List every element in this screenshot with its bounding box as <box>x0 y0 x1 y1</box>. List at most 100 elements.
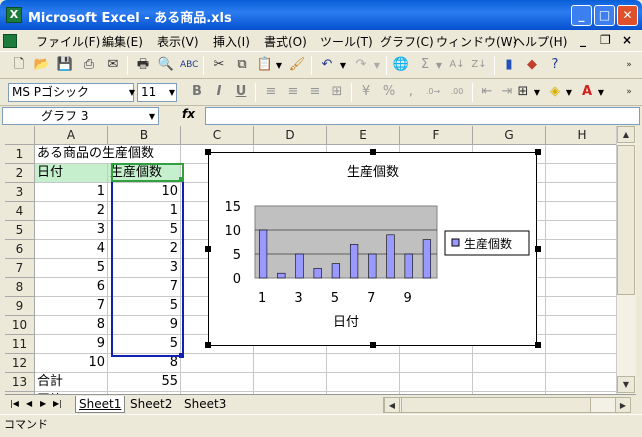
chart-resize-handle[interactable] <box>370 342 376 348</box>
menu-format[interactable]: 書式(O) <box>264 33 307 50</box>
print-icon[interactable]: 🖶 <box>134 56 152 74</box>
undo-icon[interactable]: ↶ <box>318 56 336 74</box>
vertical-scrollbar[interactable]: ▲ ▼ <box>616 126 636 394</box>
comma-style-icon[interactable]: , <box>402 83 420 101</box>
bar-4[interactable] <box>313 268 322 279</box>
scroll-thumb[interactable] <box>617 145 635 295</box>
tab-sheet2[interactable]: Sheet2 <box>127 396 175 413</box>
name-box-dropdown-icon[interactable]: ▼ <box>145 107 159 125</box>
cell-f13[interactable] <box>400 373 473 392</box>
cell-h11[interactable] <box>546 335 616 354</box>
cell-a5[interactable]: 3 <box>35 221 108 240</box>
row-header[interactable]: 13 <box>5 373 35 392</box>
cell-h9[interactable] <box>546 297 616 316</box>
row-header[interactable]: 5 <box>5 221 35 240</box>
row-header[interactable]: 11 <box>5 335 35 354</box>
cell-h4[interactable] <box>546 202 616 221</box>
cell-b13[interactable]: 55 <box>108 373 181 392</box>
sort-descending-icon[interactable]: Z↓ <box>470 56 488 74</box>
row-header[interactable]: 7 <box>5 259 35 278</box>
toolbar-options-icon[interactable]: » <box>620 83 638 101</box>
format-painter-icon[interactable]: 🖌 <box>288 56 306 74</box>
fill-color-dropdown-icon[interactable]: ▼ <box>562 83 576 102</box>
bar-3[interactable] <box>295 253 304 279</box>
align-left-icon[interactable]: ≡ <box>262 83 280 101</box>
bar-6[interactable] <box>349 244 359 279</box>
menu-tools[interactable]: ツール(T) <box>320 33 373 50</box>
sort-ascending-icon[interactable]: A↓ <box>448 56 466 74</box>
decrease-indent-icon[interactable]: ⇤ <box>478 83 496 101</box>
cell-a3[interactable]: 1 <box>35 183 108 202</box>
increase-decimal-icon[interactable]: .0→ <box>424 83 442 101</box>
bar-8[interactable] <box>386 234 395 279</box>
hyperlink-icon[interactable]: 🌐 <box>392 56 410 74</box>
copy-icon[interactable]: ⧉ <box>233 56 251 74</box>
scroll-left-icon[interactable]: ◀ <box>384 397 400 413</box>
chart-resize-handle[interactable] <box>205 246 211 252</box>
cell-h5[interactable] <box>546 221 616 240</box>
scroll-right-icon[interactable]: ▶ <box>615 397 631 413</box>
cell-d13[interactable] <box>254 373 327 392</box>
column-header-g[interactable]: G <box>473 126 546 145</box>
row-header[interactable]: 1 <box>5 145 35 164</box>
maximize-button[interactable]: □ <box>594 5 615 26</box>
next-sheet-icon[interactable]: ▶ <box>37 396 49 413</box>
row-header[interactable]: 10 <box>5 316 35 335</box>
chart-resize-handle[interactable] <box>205 342 211 348</box>
font-combobox[interactable]: MS Pゴシック <box>8 83 134 102</box>
column-header-f[interactable]: F <box>400 126 473 145</box>
excel-app-icon[interactable]: X <box>6 7 22 23</box>
italic-icon[interactable]: I <box>210 83 228 101</box>
name-box[interactable]: グラフ 3 <box>2 107 159 125</box>
cell-a2[interactable]: 日付 <box>35 164 108 183</box>
align-right-icon[interactable]: ≡ <box>306 83 324 101</box>
underline-icon[interactable]: U <box>232 83 250 101</box>
row-header[interactable]: 8 <box>5 278 35 297</box>
tab-sheet3[interactable]: Sheet3 <box>181 396 229 413</box>
menu-view[interactable]: 表示(V) <box>157 33 199 50</box>
open-icon[interactable]: 📂 <box>33 56 51 74</box>
row-header[interactable]: 3 <box>5 183 35 202</box>
font-size-dropdown-icon[interactable]: ▼ <box>165 83 179 102</box>
cell-g13[interactable] <box>473 373 546 392</box>
embedded-chart[interactable]: 生産個数 0 5 10 15 1 3 5 7 9 日付 生産個数 <box>205 149 541 348</box>
currency-icon[interactable]: ¥ <box>357 83 375 101</box>
doc-close-button[interactable]: × <box>622 33 632 47</box>
cell-h3[interactable] <box>546 183 616 202</box>
spelling-icon[interactable]: ABC <box>180 56 198 74</box>
tab-sheet1[interactable]: Sheet1 <box>75 396 126 413</box>
doc-restore-button[interactable]: ❐ <box>600 33 611 47</box>
menu-help[interactable]: ヘルプ(H) <box>513 33 567 50</box>
cell-f12[interactable] <box>400 354 473 373</box>
bar-5[interactable] <box>331 263 341 279</box>
permission-icon[interactable]: ⎙ <box>80 56 98 74</box>
percent-icon[interactable]: % <box>380 83 398 101</box>
bar-9[interactable] <box>404 253 413 279</box>
cell-g12[interactable] <box>473 354 546 373</box>
column-header-a[interactable]: A <box>35 126 108 145</box>
email-icon[interactable]: ✉ <box>104 56 122 74</box>
cell-h6[interactable] <box>546 240 616 259</box>
cell-a7[interactable]: 5 <box>35 259 108 278</box>
chart-resize-handle[interactable] <box>205 149 211 155</box>
cell-h8[interactable] <box>546 278 616 297</box>
cell-h1[interactable] <box>546 145 616 164</box>
minimize-button[interactable]: _ <box>571 5 592 26</box>
cell-h13[interactable] <box>546 373 616 392</box>
hscroll-thumb[interactable] <box>401 397 591 413</box>
undo-dropdown-icon[interactable]: ▼ <box>336 56 350 75</box>
menu-file[interactable]: ファイル(F) <box>36 33 100 50</box>
menu-edit[interactable]: 編集(E) <box>102 33 143 50</box>
formula-input[interactable] <box>205 107 640 125</box>
merge-center-icon[interactable]: ⊞ <box>328 83 346 101</box>
column-header-c[interactable]: C <box>181 126 254 145</box>
bold-icon[interactable]: B <box>188 83 206 101</box>
workbook-icon[interactable] <box>3 34 17 48</box>
cell-h10[interactable] <box>546 316 616 335</box>
new-icon[interactable]: 🗋 <box>10 56 28 74</box>
chart-resize-handle[interactable] <box>535 246 541 252</box>
select-all-corner[interactable] <box>5 126 35 145</box>
row-header[interactable]: 6 <box>5 240 35 259</box>
cell-a11[interactable]: 9 <box>35 335 108 354</box>
cell-a4[interactable]: 2 <box>35 202 108 221</box>
